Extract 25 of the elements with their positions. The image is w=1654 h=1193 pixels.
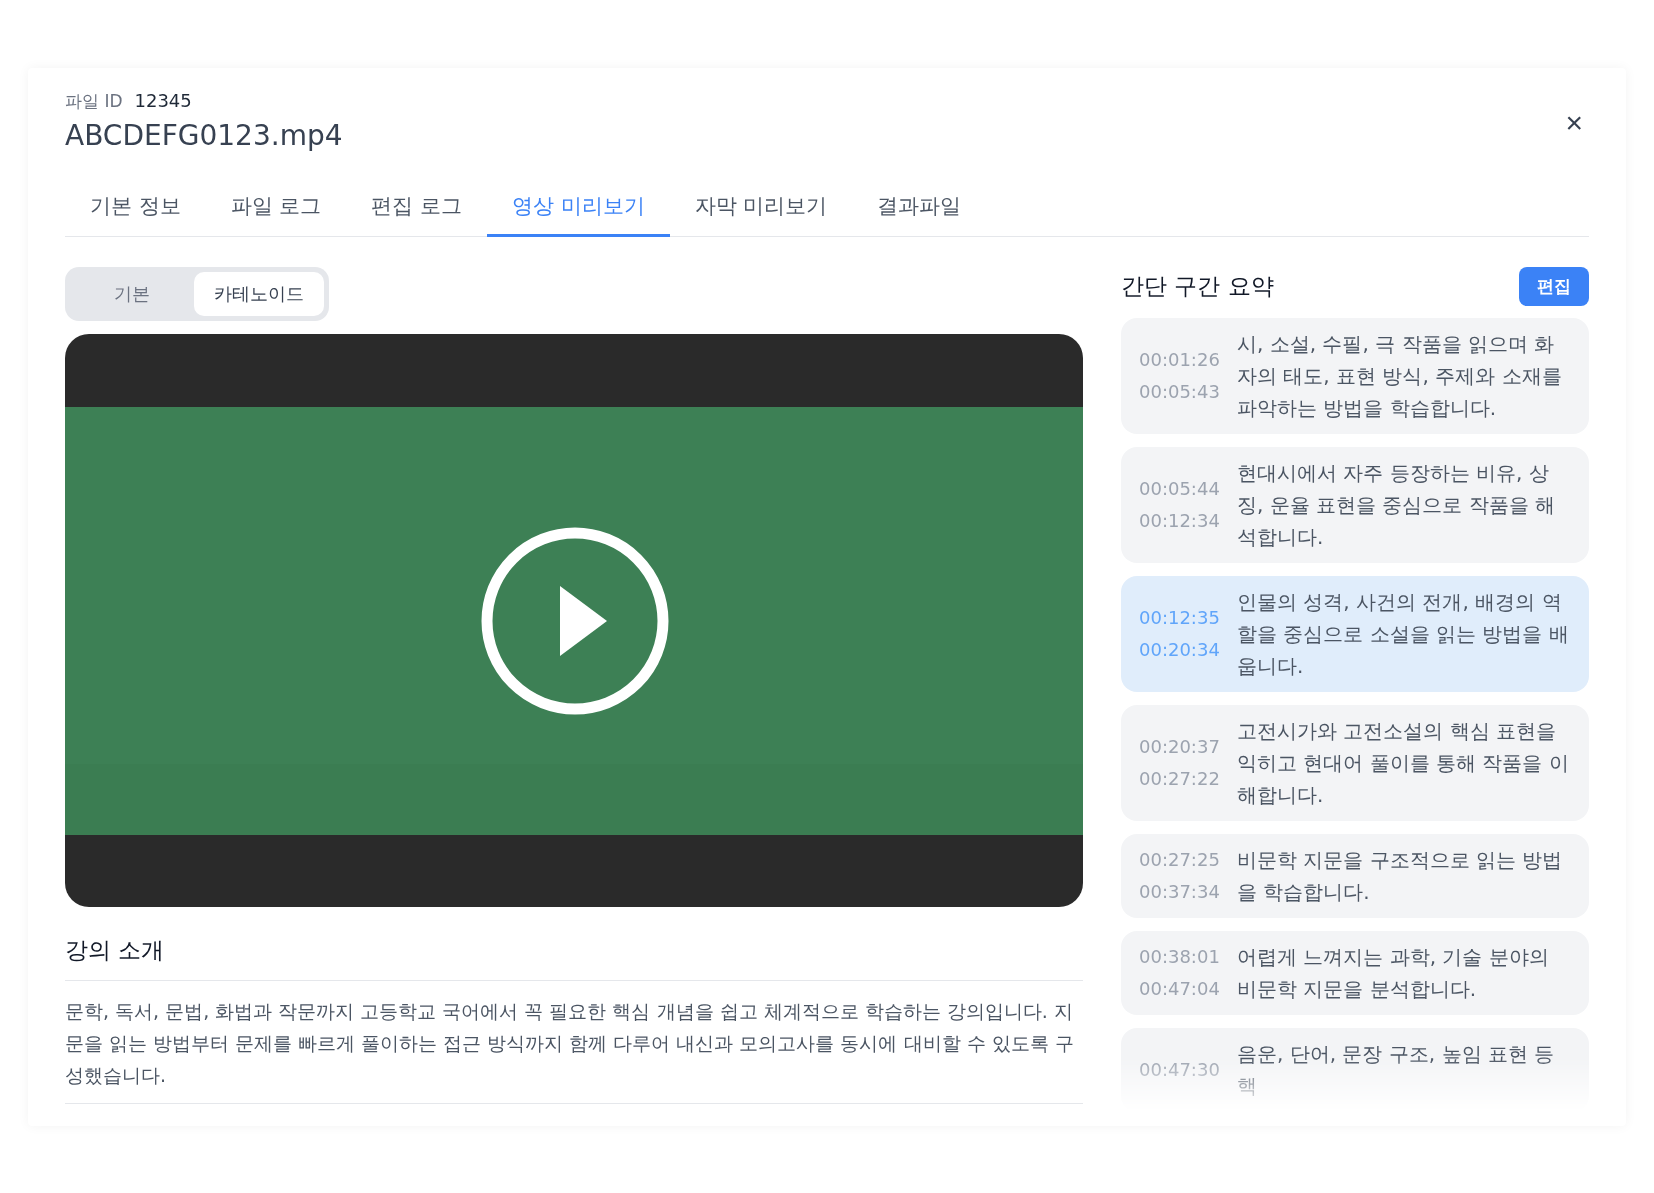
- file-id-label: 파일 ID: [65, 90, 123, 113]
- summary-text: 어렵게 느껴지는 과학, 기술 분야의 비문학 지문을 분석합니다.: [1237, 944, 1550, 1003]
- summary-text: 고전시가와 고전소설의 핵심 표현을 익히고 현대어 풀이를 통해 작품을 이해합니다.: [1237, 718, 1570, 809]
- close-button[interactable]: ×: [1559, 108, 1589, 138]
- tab[interactable]: 영상 미리보기: [487, 182, 670, 237]
- toggle-option[interactable]: 기본: [70, 272, 194, 316]
- file-title: ABCDEFG0123.mp4: [65, 119, 343, 152]
- tab[interactable]: 자막 미리보기: [669, 182, 853, 237]
- tab[interactable]: 기본 정보: [65, 182, 206, 237]
- edit-button[interactable]: 편집: [1519, 267, 1589, 306]
- tab[interactable]: 파일 로그: [205, 182, 347, 237]
- intro-paragraph: 문학, 독서, 문법, 화법과 작문까지 고등학교 국어에서 꼭 필요한 핵심 개념을 쉽고 체계적으로 학습하는 강의입니다. 지문을 읽는 방법부터 문제를 빠르게 풀이하는 접근 방식까지 함께 다루어 내신과 모의고사를 동시에 대비할 수 있도록 구성했습니다.: [65, 981, 1083, 1104]
- summary-text: 음운, 단어, 문장 구조, 높임 표현 등 핵: [1237, 1041, 1556, 1100]
- tab[interactable]: 편집 로그: [346, 182, 488, 237]
- summary-text: 현대시에서 자주 등장하는 비유, 상징, 운율 표현을 중심으로 작품을 해석합니다.: [1237, 460, 1557, 551]
- section-title: 강의 소개: [65, 935, 1083, 981]
- tab[interactable]: 결과파일: [852, 182, 987, 237]
- summary-item[interactable]: 00:38:01 00:47:04 어렵게 느껴지는 과학, 기술 분야의 비문학 지문을 분석합니다.: [1121, 931, 1589, 1015]
- summary-text: 비문학 지문을 구조적으로 읽는 방법을 학습합니다.: [1237, 847, 1564, 906]
- summary-title: 간단 구간 요약: [1121, 272, 1274, 301]
- summary-text: 시, 소설, 수필, 극 작품을 읽으며 화자의 태도, 표현 방식, 주제와 소재를 파악하는 방법을 학습합니다.: [1237, 331, 1563, 422]
- toggle-option[interactable]: 카테노이드: [194, 272, 324, 316]
- summary-item[interactable]: 00:27:25 00:37:34 비문학 지문을 구조적으로 읽는 방법을 학습합니다.: [1121, 834, 1589, 918]
- summary-text: 인물의 성격, 사건의 전개, 배경의 역할을 중심으로 소설을 읽는 방법을 배웁니다.: [1237, 589, 1570, 680]
- file-id-value: 12345: [134, 90, 192, 111]
